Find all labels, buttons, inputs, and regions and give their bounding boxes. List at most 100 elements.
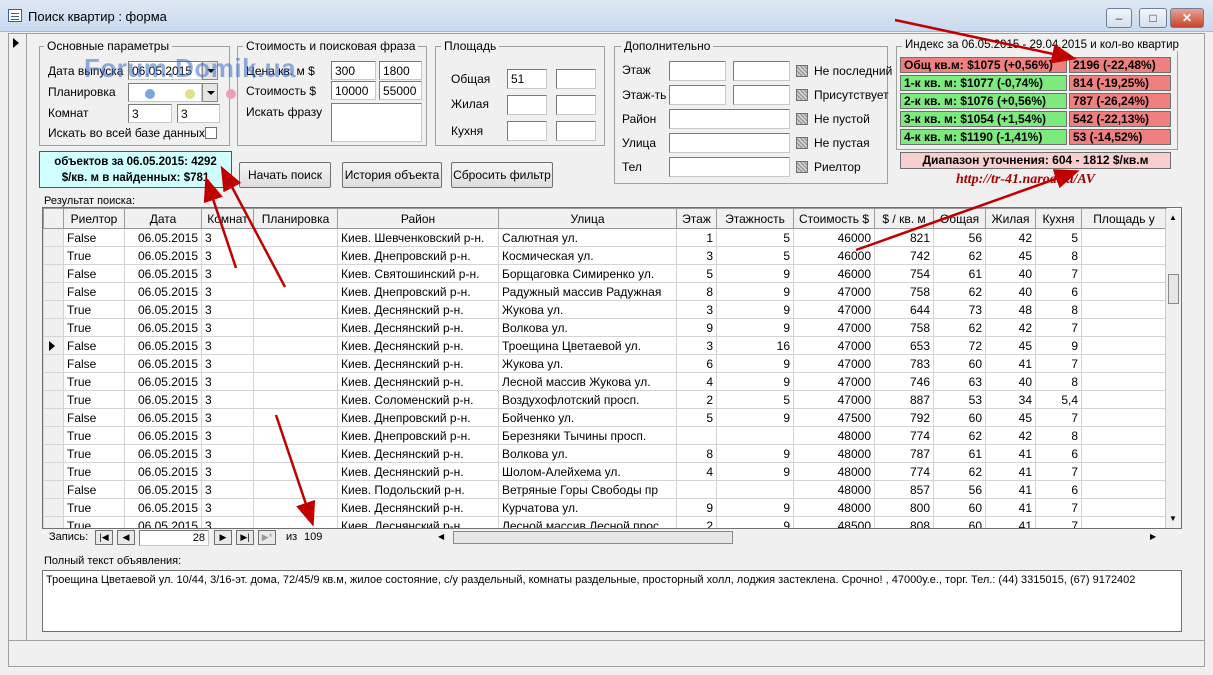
table-cell[interactable]: 60: [933, 354, 986, 373]
table-cell[interactable]: 48: [985, 300, 1036, 319]
table-cell[interactable]: [1081, 462, 1167, 481]
not-last-checkbox[interactable]: [796, 65, 808, 77]
table-cell[interactable]: 8: [1035, 372, 1082, 391]
table-cell[interactable]: 6: [1035, 480, 1082, 499]
total-area-to-input[interactable]: [556, 69, 596, 89]
row-selector[interactable]: [43, 354, 64, 373]
row-selector[interactable]: [43, 498, 64, 517]
table-cell[interactable]: [253, 426, 338, 445]
table-cell[interactable]: True: [63, 300, 125, 319]
table-cell[interactable]: 62: [933, 318, 986, 337]
table-cell[interactable]: 47000: [793, 300, 875, 319]
table-cell[interactable]: [1081, 300, 1167, 319]
row-selector[interactable]: [43, 444, 64, 463]
table-cell[interactable]: 3: [201, 426, 254, 445]
table-cell[interactable]: 06.05.2015: [124, 300, 202, 319]
table-cell[interactable]: [253, 282, 338, 301]
table-cell[interactable]: 7: [1035, 462, 1082, 481]
table-row[interactable]: True 06.05.2015 3 Киев. Днепровский р-н. Бер…: [43, 426, 1167, 445]
table-cell[interactable]: 56: [933, 228, 986, 247]
cost-to-input[interactable]: 55000: [379, 81, 422, 100]
column-header[interactable]: Площадь у: [1081, 208, 1167, 229]
table-cell[interactable]: 7: [1035, 498, 1082, 517]
table-cell[interactable]: [253, 336, 338, 355]
table-cell[interactable]: [1081, 246, 1167, 265]
table-cell[interactable]: Киев. Деснянский р-н.: [337, 372, 499, 391]
table-cell[interactable]: 821: [874, 228, 934, 247]
table-cell[interactable]: 06.05.2015: [124, 354, 202, 373]
table-cell[interactable]: Киев. Деснянский р-н.: [337, 336, 499, 355]
table-cell[interactable]: Бойченко ул.: [498, 408, 677, 427]
table-cell[interactable]: 3: [201, 336, 254, 355]
table-cell[interactable]: [253, 390, 338, 409]
table-cell[interactable]: 3: [201, 354, 254, 373]
table-cell[interactable]: Киев. Днепровский р-н.: [337, 426, 499, 445]
table-cell[interactable]: Киев. Шевченковский р-н.: [337, 228, 499, 247]
table-row[interactable]: True 06.05.2015 3 Киев. Деснянский р-н. Жуко…: [43, 300, 1167, 319]
table-cell[interactable]: 60: [933, 408, 986, 427]
table-cell[interactable]: 63: [933, 372, 986, 391]
table-cell[interactable]: 48000: [793, 462, 875, 481]
table-cell[interactable]: 56: [933, 480, 986, 499]
table-cell[interactable]: Жукова ул.: [498, 354, 677, 373]
table-cell[interactable]: Киев. Святошинский р-н.: [337, 264, 499, 283]
table-cell[interactable]: [253, 462, 338, 481]
table-cell[interactable]: 9: [716, 444, 794, 463]
table-cell[interactable]: 5,4: [1035, 390, 1082, 409]
column-header[interactable]: Риелтор: [63, 208, 125, 229]
table-row[interactable]: True 06.05.2015 3 Киев. Деснянский р-н. Лесн…: [43, 372, 1167, 391]
vertical-scroll-thumb[interactable]: [1168, 274, 1179, 304]
table-cell[interactable]: 5: [716, 246, 794, 265]
row-selector[interactable]: [43, 300, 64, 319]
table-cell[interactable]: 06.05.2015: [124, 246, 202, 265]
table-cell[interactable]: [253, 228, 338, 247]
fulltext-textarea[interactable]: Троещина Цветаевой ул. 10/44, 3/16-эт. д…: [42, 570, 1182, 632]
table-cell[interactable]: 8: [1035, 426, 1082, 445]
table-cell[interactable]: 6: [1035, 282, 1082, 301]
rooms-from-input[interactable]: 3: [128, 104, 172, 123]
table-cell[interactable]: 42: [985, 426, 1036, 445]
table-row[interactable]: True 06.05.2015 3 Киев. Днепровский р-н. Кос…: [43, 246, 1167, 265]
table-cell[interactable]: 857: [874, 480, 934, 499]
cost-from-input[interactable]: 10000: [331, 81, 376, 100]
horizontal-scrollbar[interactable]: ◀ ▶: [438, 531, 1160, 544]
table-cell[interactable]: 48500: [793, 516, 875, 528]
next-record-button[interactable]: ▶: [214, 530, 232, 545]
table-cell[interactable]: 6: [676, 354, 717, 373]
table-cell[interactable]: 3: [201, 408, 254, 427]
table-cell[interactable]: 40: [985, 372, 1036, 391]
living-area-to-input[interactable]: [556, 95, 596, 115]
table-cell[interactable]: False: [63, 282, 125, 301]
table-cell[interactable]: 48000: [793, 444, 875, 463]
table-cell[interactable]: 41: [985, 516, 1036, 528]
table-cell[interactable]: True: [63, 318, 125, 337]
table-cell[interactable]: Волкова ул.: [498, 444, 677, 463]
table-cell[interactable]: False: [63, 354, 125, 373]
table-cell[interactable]: [1081, 516, 1167, 528]
row-selector[interactable]: [43, 372, 64, 391]
layout-dropdown-button[interactable]: [202, 83, 218, 102]
table-cell[interactable]: 46000: [793, 264, 875, 283]
table-cell[interactable]: 3: [201, 372, 254, 391]
column-header[interactable]: Комнат: [201, 208, 254, 229]
table-cell[interactable]: [253, 498, 338, 517]
table-cell[interactable]: 774: [874, 462, 934, 481]
row-selector[interactable]: [43, 264, 64, 283]
street-input[interactable]: [669, 133, 790, 153]
realtor-checkbox[interactable]: [796, 161, 808, 173]
phrase-input[interactable]: [331, 103, 422, 142]
table-cell[interactable]: 3: [201, 390, 254, 409]
row-selector[interactable]: [43, 516, 64, 528]
table-cell[interactable]: False: [63, 264, 125, 283]
table-cell[interactable]: 06.05.2015: [124, 498, 202, 517]
table-cell[interactable]: 47000: [793, 336, 875, 355]
table-cell[interactable]: Киев. Деснянский р-н.: [337, 318, 499, 337]
table-cell[interactable]: 61: [933, 444, 986, 463]
table-cell[interactable]: [1081, 336, 1167, 355]
table-cell[interactable]: 46000: [793, 228, 875, 247]
table-cell[interactable]: 06.05.2015: [124, 336, 202, 355]
table-cell[interactable]: 746: [874, 372, 934, 391]
table-cell[interactable]: 8: [676, 282, 717, 301]
column-header[interactable]: Дата: [124, 208, 202, 229]
table-cell[interactable]: 06.05.2015: [124, 516, 202, 528]
